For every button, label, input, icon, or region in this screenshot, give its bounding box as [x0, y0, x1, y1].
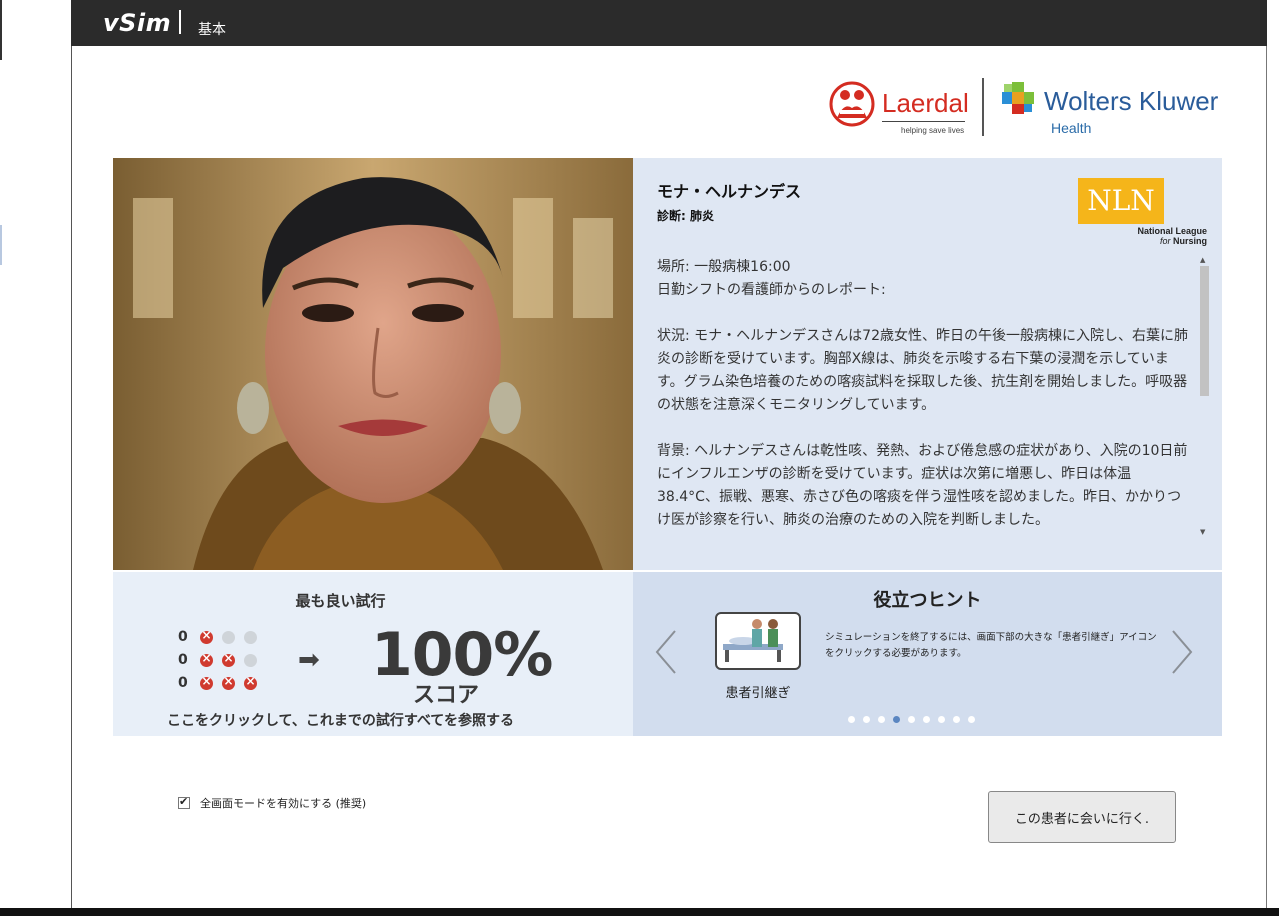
- empty-mark-icon: [244, 653, 257, 667]
- report-location: 場所: 一般病棟16:00: [657, 259, 791, 275]
- chevron-right-icon[interactable]: [1169, 627, 1197, 677]
- attempt-count: 0: [178, 675, 188, 691]
- hint-text: シミュレーションを終了するには、画面下部の大きな「患者引継ぎ」アイコンをクリック…: [825, 632, 1157, 659]
- patient-diagnosis: 診断: 肺炎: [657, 209, 714, 223]
- empty-mark-icon: [244, 630, 257, 644]
- report-scrollbar[interactable]: ▲ ▼: [1198, 256, 1210, 542]
- pagination-dot[interactable]: [863, 716, 870, 723]
- fullscreen-option[interactable]: 全画面モードを有効にする (推奨): [178, 795, 366, 811]
- laerdal-tagline: helping save lives: [901, 126, 965, 135]
- pagination-dot[interactable]: [938, 716, 945, 723]
- bottom-bar: [0, 908, 1279, 916]
- fail-mark-icon: [200, 651, 213, 667]
- pagination-dot[interactable]: [923, 716, 930, 723]
- attempt-row: 0: [178, 673, 266, 693]
- nln-caption: National League for Nursing: [1103, 226, 1207, 246]
- page-title: 基本: [198, 22, 226, 38]
- wolters-kluwer-wordmark: Wolters Kluwer: [1044, 86, 1219, 116]
- nln-caption-line1: National League: [1137, 226, 1207, 236]
- arrow-right-icon: ➡: [298, 645, 320, 675]
- score-label: スコア: [413, 683, 480, 708]
- report-source: 日勤シフトの看護師からのレポート:: [657, 282, 886, 298]
- fail-mark-icon: [222, 674, 235, 690]
- laerdal-logo-icon: [829, 81, 875, 127]
- scroll-up-arrow-icon[interactable]: ▲: [1200, 256, 1205, 264]
- patient-handoff-icon: [715, 612, 801, 670]
- nln-logo: NLN: [1078, 178, 1164, 224]
- fullscreen-checkbox[interactable]: [178, 795, 190, 809]
- best-attempt-panel[interactable]: 最も良い試行 000 ➡ 100% スコア ここをクリックして、これまでの試行す…: [113, 572, 633, 736]
- best-attempt-title: 最も良い試行: [295, 592, 386, 610]
- scroll-down-arrow-icon[interactable]: ▼: [1200, 528, 1205, 536]
- edge-marker: [0, 225, 2, 265]
- pagination-dot[interactable]: [848, 716, 855, 723]
- header-divider: [179, 10, 181, 34]
- hints-title: 役立つヒント: [873, 590, 982, 611]
- partner-logos: Laerdal helping save lives Wolters Kluwe…: [828, 74, 1228, 140]
- app-logo: vSim: [103, 9, 172, 37]
- logo-divider: [982, 78, 984, 136]
- pagination-dot[interactable]: [878, 716, 885, 723]
- empty-mark-icon: [222, 630, 235, 644]
- attempt-count: 0: [178, 652, 188, 668]
- patient-info-panel: モナ・ヘルナンデス 診断: 肺炎 NLN National League for…: [633, 158, 1222, 570]
- wolters-kluwer-logo-icon: [1002, 82, 1034, 114]
- go-to-patient-button[interactable]: この患者に会いに行く.: [988, 791, 1176, 843]
- fullscreen-label: 全画面モードを有効にする (推奨): [200, 797, 367, 810]
- nln-caption-for: for: [1159, 236, 1171, 246]
- wolters-kluwer-health: Health: [1051, 120, 1092, 136]
- fail-mark-icon: [200, 674, 213, 690]
- left-window-edge: [0, 0, 72, 908]
- report-text[interactable]: 場所: 一般病棟16:00 日勤シフトの看護師からのレポート: 状況: モナ・ヘ…: [657, 256, 1193, 542]
- chevron-left-icon[interactable]: [651, 627, 679, 677]
- laerdal-underline: [882, 121, 965, 122]
- report-background: 背景: ヘルナンデスさんは乾性咳、発熱、および倦怠感の症状があり、入院の10日前…: [657, 443, 1188, 528]
- pagination-dot[interactable]: [908, 716, 915, 723]
- hint-icon-label: 患者引継ぎ: [725, 686, 791, 701]
- pagination-dot[interactable]: [968, 716, 975, 723]
- fail-mark-icon: [244, 674, 257, 690]
- scroll-thumb[interactable]: [1200, 266, 1209, 396]
- attempt-row: 0: [178, 627, 266, 647]
- helpful-hints-panel: 役立つヒント 患者引継ぎ シミュレーションを終了するには、画面下部の大きな「患者…: [633, 572, 1222, 736]
- report-situation: 状況: モナ・ヘルナンデスさんは72歳女性、昨日の午後一般病棟に入院し、右葉に肺…: [657, 328, 1188, 413]
- handoff-illustration: [723, 619, 783, 662]
- edge-marker: [0, 0, 2, 60]
- fail-mark-icon: [200, 628, 213, 644]
- attempt-count: 0: [178, 629, 188, 645]
- patient-name: モナ・ヘルナンデス: [657, 182, 802, 201]
- right-window-edge: [1266, 0, 1279, 908]
- view-all-attempts-link[interactable]: ここをクリックして、これまでの試行すべてを参照する: [113, 710, 568, 730]
- app-header: vSim 基本: [71, 0, 1267, 46]
- nln-caption-nursing: Nursing: [1172, 236, 1207, 246]
- patient-photo: [113, 158, 633, 570]
- patient-portrait-image: [113, 158, 633, 570]
- pagination-dot[interactable]: [953, 716, 960, 723]
- pagination-dot[interactable]: [893, 716, 900, 723]
- attempt-row: 0: [178, 650, 266, 670]
- hint-pagination: [848, 716, 983, 723]
- laerdal-wordmark: Laerdal: [882, 88, 969, 118]
- fail-mark-icon: [222, 651, 235, 667]
